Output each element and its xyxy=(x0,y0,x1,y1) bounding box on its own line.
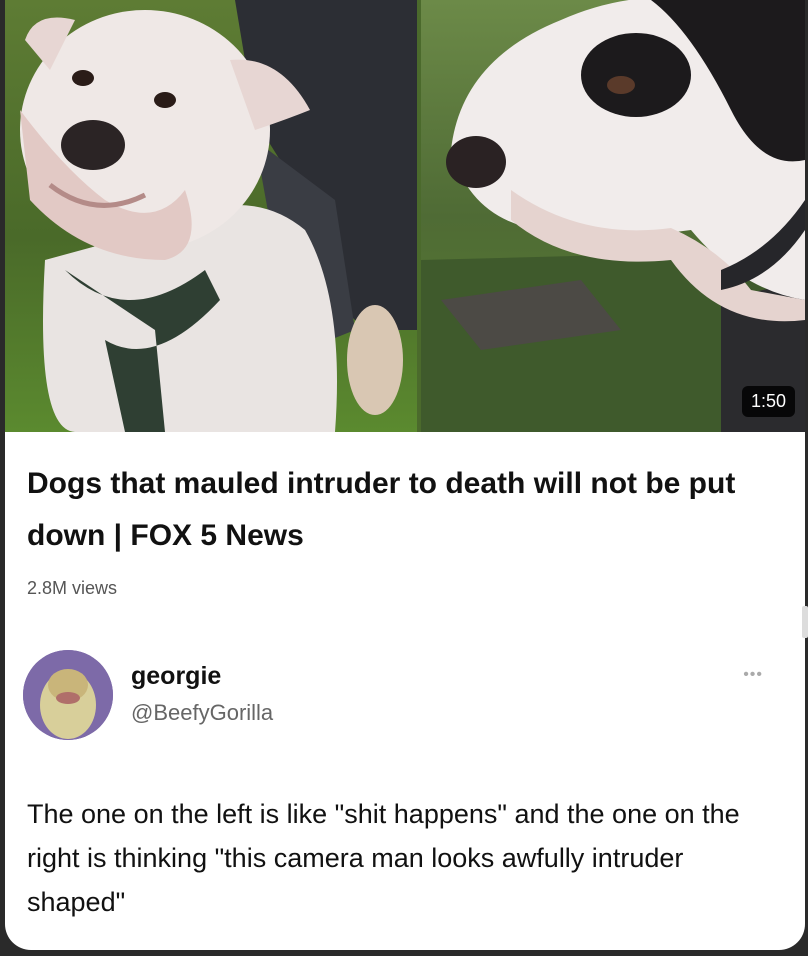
scrollbar-handle[interactable] xyxy=(802,606,808,638)
avatar[interactable] xyxy=(23,650,113,740)
right-dog-photo xyxy=(421,0,805,432)
video-title[interactable]: Dogs that mauled intruder to death will … xyxy=(27,458,767,562)
author-handle[interactable]: @BeefyGorilla xyxy=(131,700,273,726)
author-name[interactable]: georgie xyxy=(131,662,221,691)
video-thumbnail[interactable]: 1:50 xyxy=(5,0,805,432)
video-duration-badge: 1:50 xyxy=(741,386,795,417)
post-text: The one on the left is like "shit happen… xyxy=(27,799,740,917)
ellipsis-icon[interactable]: ••• xyxy=(743,666,763,684)
left-dog-photo xyxy=(5,0,417,432)
post-card: 1:50 Dogs that mauled intruder to death … xyxy=(5,0,805,950)
view-count: 2.8M views xyxy=(27,578,118,598)
